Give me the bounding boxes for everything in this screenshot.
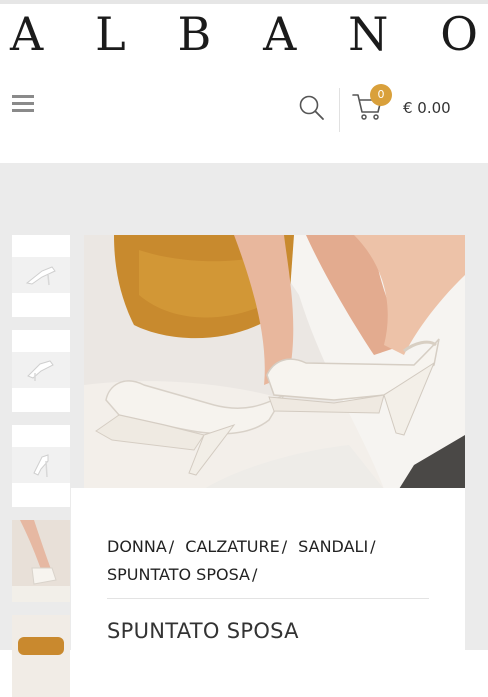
product-thumbnail[interactable]	[12, 615, 70, 697]
product-thumbnail[interactable]	[12, 235, 70, 317]
site-header: 0 € 0.00	[0, 62, 488, 162]
product-thumbnail[interactable]	[12, 330, 70, 412]
logo-letter: A	[10, 7, 44, 61]
product-info-card: DONNA / CALZATURE / SANDALI / SPUNTATO SPOS…	[71, 488, 465, 650]
albano-logo[interactable]: A L B A N O	[10, 10, 478, 58]
hamburger-icon[interactable]	[12, 95, 34, 113]
breadcrumb-separator: /	[168, 537, 175, 556]
breadcrumb-separator: /	[281, 537, 288, 556]
cart-count-badge: 0	[370, 84, 392, 106]
breadcrumb-link-donna[interactable]: DONNA	[107, 537, 167, 556]
product-main-image[interactable]	[84, 235, 465, 489]
logo-letter: A	[263, 7, 297, 61]
breadcrumb-separator: /	[370, 537, 376, 556]
product-thumbnail[interactable]	[12, 425, 70, 507]
top-border	[0, 0, 488, 4]
product-thumbnail[interactable]	[12, 520, 70, 602]
breadcrumb: DONNA / CALZATURE / SANDALI / SPUNTATO SPOS…	[107, 533, 437, 589]
logo-letter: O	[440, 7, 478, 61]
breadcrumb-link-calzature[interactable]: CALZATURE	[185, 537, 279, 556]
header-divider	[339, 88, 340, 132]
breadcrumb-separator: /	[251, 565, 258, 584]
cart-total[interactable]: € 0.00	[403, 99, 451, 117]
logo-letter: B	[177, 7, 212, 61]
logo-letter: L	[95, 7, 126, 61]
breadcrumb-link-spuntato-sposa[interactable]: SPUNTATO SPOSA	[107, 565, 250, 584]
product-title: SPUNTATO SPOSA	[107, 619, 299, 643]
section-divider	[107, 598, 429, 599]
search-icon[interactable]	[298, 94, 326, 122]
breadcrumb-link-sandali[interactable]: SANDALI	[298, 537, 368, 556]
logo-letter: N	[348, 7, 389, 61]
